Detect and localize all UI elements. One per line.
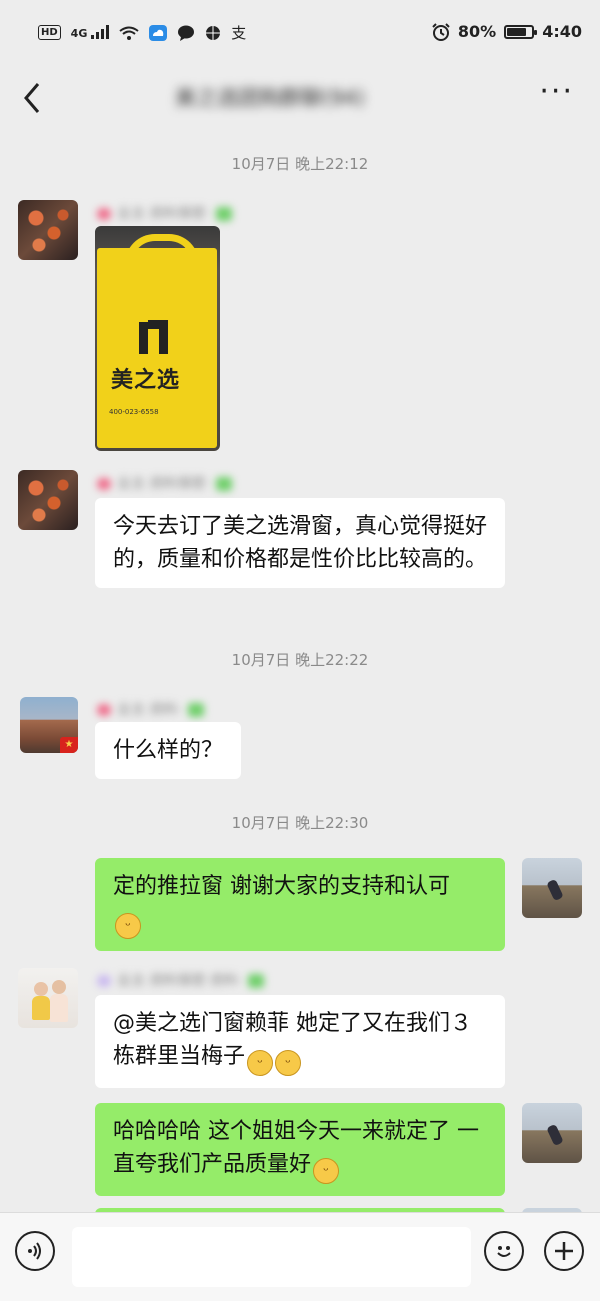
back-arrow-icon[interactable]: [20, 80, 44, 116]
voice-waves: [28, 1242, 41, 1260]
bag-brand-text: 美之选: [111, 368, 181, 393]
sender-name-text: 业主: [117, 702, 145, 718]
sender-name-text: 业主: [117, 476, 145, 492]
avatar[interactable]: [18, 470, 78, 530]
sender-name: 业主·资料保密·: [97, 473, 232, 493]
battery-icon: [504, 24, 538, 39]
avatar-self[interactable]: [522, 858, 582, 918]
message-text: 定的推拉窗 谢谢大家的支持和认可: [113, 874, 450, 899]
battery-percent: 80%: [457, 22, 497, 41]
status-icons-right: 80% 4:40: [432, 22, 582, 41]
message-text: 哈哈哈哈 这个姐姐今天一来就定了 一直夸我们产品质量好: [113, 1119, 479, 1177]
avatar[interactable]: ★: [20, 697, 78, 753]
message-bubble-self[interactable]: 定的推拉窗 谢谢大家的支持和认可 ᵕ: [95, 858, 505, 951]
message-input[interactable]: [72, 1227, 471, 1287]
battery-level: [507, 27, 527, 36]
message-bubble-self[interactable]: 哈哈哈哈 这个姐姐今天一来就定了 一直夸我们产品质量好 ᵕ: [95, 1103, 505, 1196]
voice-icon[interactable]: [15, 1231, 55, 1271]
laugh-cry-emoji-icon: ᵕ: [275, 1050, 302, 1076]
grin-emoji-icon: ᵕ: [313, 1158, 340, 1184]
message-bubble[interactable]: @美之选门窗赖菲 她定了又在我们３栋群里当梅子 ᵕ ᵕ: [95, 995, 505, 1088]
sender-name: 业主·资料·: [97, 699, 204, 719]
timestamp: 10月7日 晚上22:30: [231, 814, 369, 832]
input-bar: [0, 1212, 600, 1301]
timestamp: 10月7日 晚上22:12: [231, 155, 369, 173]
clock: 4:40: [542, 22, 582, 41]
signal-bars: [91, 25, 110, 39]
message-bubble[interactable]: 什么样的？: [95, 722, 242, 779]
cloud-icon: [149, 24, 168, 41]
network-type-label: 4G: [70, 27, 88, 40]
alipay-icon: 支: [231, 24, 247, 42]
emoji-icon[interactable]: [484, 1231, 524, 1271]
timestamp: 10月7日 晚上22:22: [231, 651, 369, 669]
chat-header: 美之选团购群聊(94) ···: [0, 68, 600, 126]
avatar[interactable]: [18, 968, 78, 1028]
plus-sign: [555, 1242, 573, 1260]
status-icons-left: HD 4G 支: [38, 22, 246, 43]
bag-photo-content: 美之选 400-023-6558: [97, 248, 217, 448]
avatar[interactable]: [18, 200, 78, 260]
status-bar: HD 4G 支 80% 4:40: [0, 0, 600, 68]
sender-name-text: 业主: [117, 973, 145, 989]
alarm-icon: [432, 22, 450, 41]
chat-title: 美之选团购群聊(94): [175, 86, 366, 110]
more-dots-icon[interactable]: ···: [539, 72, 574, 112]
image-message[interactable]: 美之选 400-023-6558: [95, 226, 220, 451]
hd-icon: HD: [38, 25, 61, 40]
message-icon: [178, 25, 195, 41]
laugh-cry-emoji-icon: ᵕ: [247, 1050, 274, 1076]
signal-icon: 4G: [71, 25, 110, 40]
grin-emoji-icon: ᵕ: [115, 913, 141, 939]
wifi-icon: [119, 26, 139, 40]
bag-phone-text: 400-023-6558: [109, 408, 159, 416]
basketball-icon: [206, 25, 221, 40]
flag-icon: ★: [60, 737, 78, 753]
message-bubble[interactable]: 今天去订了美之选滑窗，真心觉得挺好的，质量和价格都是性价比比较高的。: [95, 498, 505, 588]
sender-name: 业主·资料保密·资料·: [97, 970, 265, 990]
smile-face: [497, 1246, 511, 1257]
brand-logo-icon: [139, 320, 169, 354]
sender-name: 业主·资料保密·: [97, 203, 232, 223]
avatar-self[interactable]: [522, 1103, 582, 1163]
sender-name-text: 业主: [117, 206, 145, 222]
plus-icon[interactable]: [544, 1231, 584, 1271]
